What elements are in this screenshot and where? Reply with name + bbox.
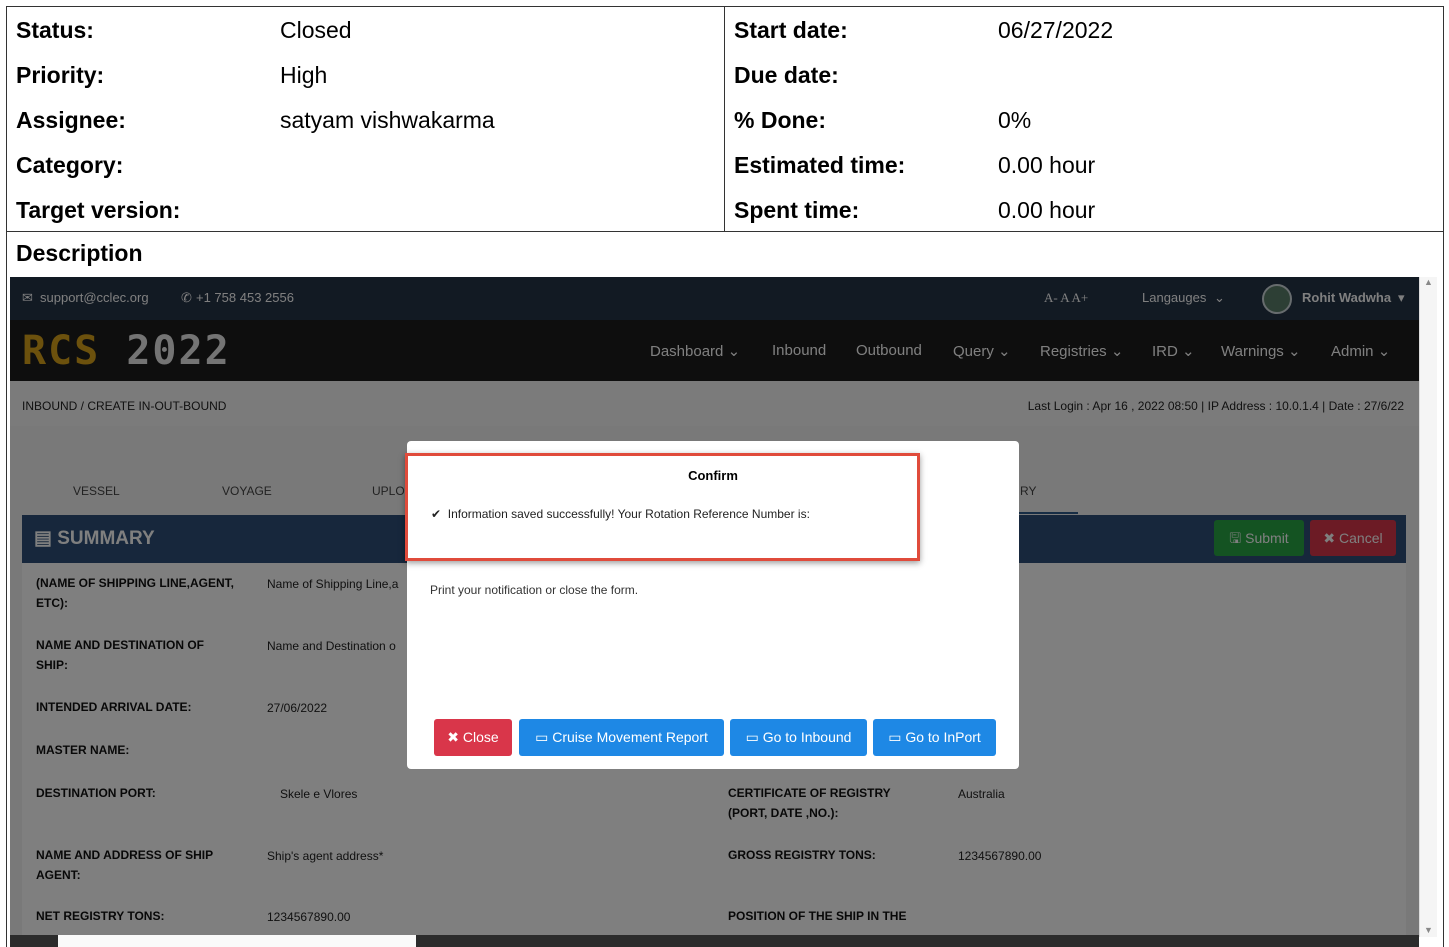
attr-row-assignee: Assignee: satyam vishwakarma [7,97,724,142]
estimated-time-value: 0.00 hour [998,152,1096,178]
check-icon: ✔ [431,507,442,521]
inbox-icon: ▭ [745,729,759,745]
scroll-down-icon[interactable]: ▼ [1424,925,1433,935]
attributes-left-column: Status: Closed Priority: High Assignee: … [7,7,725,231]
start-date-value: 06/27/2022 [998,17,1114,43]
confirm-dialog: Confirm ✔ Information saved successfully… [405,441,1019,769]
dialog-title: Confirm [688,468,738,483]
done-value: 0% [998,107,1032,133]
assignee-value[interactable]: satyam vishwakarma [280,107,495,134]
attr-row-status: Status: Closed [7,7,724,52]
dialog-subtext: Print your notification or close the for… [430,583,639,597]
priority-value: High [280,62,328,88]
close-icon: ✖ [447,729,460,745]
attr-row-category: Category: [7,142,724,187]
cruise-label: Cruise Movement Report [552,729,708,745]
close-button[interactable]: ✖ Close [434,719,512,756]
attr-row-done: % Done: 0% [725,97,1443,142]
inbox-icon: ▭ [888,729,902,745]
horizontal-scroll-thumb[interactable] [58,935,416,947]
start-date-label: Start date: [734,17,848,43]
inport-label: Go to InPort [905,729,981,745]
dialog-message: ✔ Information saved successfully! Your R… [431,507,810,521]
spent-time-label: Spent time: [734,197,860,223]
due-date-label: Due date: [734,62,839,88]
go-to-inbound-button[interactable]: ▭ Go to Inbound [730,719,867,756]
attr-row-start-date: Start date: 06/27/2022 [725,7,1443,52]
attr-row-spent-time: Spent time: 0.00 hour [725,187,1443,232]
close-label: Close [462,729,499,745]
status-value: Closed [280,17,352,43]
attr-row-estimated-time: Estimated time: 0.00 hour [725,142,1443,187]
category-label: Category: [16,152,124,178]
attributes-right-column: Start date: 06/27/2022 Due date: % Done:… [725,7,1443,231]
attached-screenshot: ✉ support@cclec.org ✆ +1 758 453 2556 A-… [10,277,1419,937]
scroll-up-icon[interactable]: ▲ [1424,277,1433,287]
description-heading: Description [16,240,143,266]
done-label: % Done: [734,107,826,133]
cruise-movement-report-button[interactable]: ▭ Cruise Movement Report [519,719,724,756]
attr-row-target-version: Target version: [7,187,724,232]
inbox-icon: ▭ [535,729,549,745]
vertical-scrollbar[interactable]: ▲ ▼ [1419,277,1437,937]
priority-label: Priority: [16,62,105,88]
assignee-label: Assignee: [16,107,126,133]
inbound-label: Go to Inbound [762,729,852,745]
target-version-label: Target version: [16,197,181,223]
status-label: Status: [16,17,94,43]
spent-time-value: 0.00 hour [998,197,1096,223]
attr-row-due-date: Due date: [725,52,1443,97]
go-to-inport-button[interactable]: ▭ Go to InPort [873,719,996,756]
dialog-message-text: Information saved successfully! Your Rot… [447,507,810,521]
estimated-time-label: Estimated time: [734,152,906,178]
attr-row-priority: Priority: High [7,52,724,97]
issue-attributes-table: Status: Closed Priority: High Assignee: … [6,6,1444,232]
